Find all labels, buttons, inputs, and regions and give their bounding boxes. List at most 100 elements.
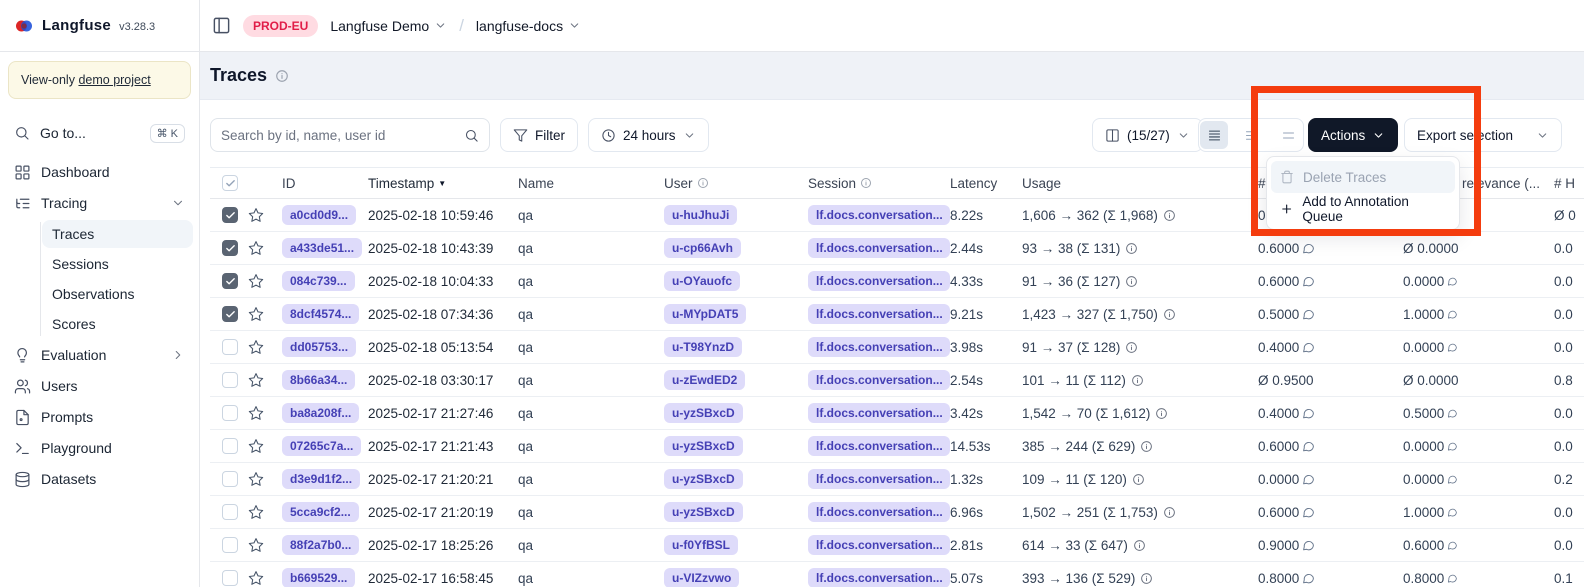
row-checkbox[interactable] bbox=[222, 240, 238, 256]
column-header-name[interactable]: Name bbox=[506, 176, 656, 191]
session-badge[interactable]: lf.docs.conversation... bbox=[808, 337, 950, 357]
column-header-relevance[interactable]: relevance (... bbox=[1458, 176, 1548, 191]
table-row[interactable]: 8dcf4574... 2025-02-18 07:34:36 qa u-MYp… bbox=[210, 298, 1584, 331]
column-header-user[interactable]: User bbox=[656, 176, 802, 191]
user-badge[interactable]: u-cp66Avh bbox=[664, 238, 741, 258]
column-header-latency[interactable]: Latency bbox=[950, 176, 1022, 191]
table-row[interactable]: b669529... 2025-02-17 16:58:45 qa u-VIZz… bbox=[210, 562, 1584, 587]
row-checkbox[interactable] bbox=[222, 504, 238, 520]
user-badge[interactable]: u-yzSBxcD bbox=[664, 502, 743, 522]
user-badge[interactable]: u-zEwdED2 bbox=[664, 370, 745, 390]
bookmark-star-icon[interactable] bbox=[248, 207, 264, 223]
row-checkbox[interactable] bbox=[222, 471, 238, 487]
user-badge[interactable]: u-MYpDAT5 bbox=[664, 304, 746, 324]
bookmark-star-icon[interactable] bbox=[248, 438, 264, 454]
user-badge[interactable]: u-yzSBxcD bbox=[664, 469, 743, 489]
comment-bubble-icon[interactable] bbox=[1447, 539, 1458, 552]
sidebar-item-playground[interactable]: Playground bbox=[6, 433, 193, 463]
export-selection-button[interactable]: Export selection bbox=[1404, 118, 1562, 152]
actions-button[interactable]: Actions bbox=[1308, 118, 1398, 152]
row-height-expanded-toggle[interactable] bbox=[1274, 121, 1302, 149]
sidebar-item-observations[interactable]: Observations bbox=[42, 280, 193, 308]
session-badge[interactable]: lf.docs.conversation... bbox=[808, 370, 950, 390]
breadcrumb-org[interactable]: Langfuse Demo bbox=[330, 18, 447, 34]
trace-id-badge[interactable]: dd05753... bbox=[282, 337, 356, 357]
session-badge[interactable]: lf.docs.conversation... bbox=[808, 238, 950, 258]
search-input[interactable] bbox=[221, 128, 456, 143]
user-badge[interactable]: u-f0YfBSL bbox=[664, 535, 738, 555]
sidebar-item-datasets[interactable]: Datasets bbox=[6, 464, 193, 494]
trace-id-badge[interactable]: 88f2a7b0... bbox=[282, 535, 359, 555]
user-badge[interactable]: u-yzSBxcD bbox=[664, 436, 743, 456]
comment-bubble-icon[interactable] bbox=[1447, 308, 1458, 321]
table-row[interactable]: 8b66a34... 2025-02-18 03:30:17 qa u-zEwd… bbox=[210, 364, 1584, 397]
user-badge[interactable]: u-VIZzvwo bbox=[664, 568, 739, 587]
session-badge[interactable]: lf.docs.conversation... bbox=[808, 568, 950, 587]
session-badge[interactable]: lf.docs.conversation... bbox=[808, 304, 950, 324]
column-header-id[interactable]: ID bbox=[274, 176, 366, 191]
comment-bubble-icon[interactable] bbox=[1302, 440, 1315, 453]
row-checkbox[interactable] bbox=[222, 273, 238, 289]
row-checkbox[interactable] bbox=[222, 570, 238, 586]
bookmark-star-icon[interactable] bbox=[248, 405, 264, 421]
comment-bubble-icon[interactable] bbox=[1447, 506, 1458, 519]
filter-button[interactable]: Filter bbox=[500, 118, 578, 152]
column-header-session[interactable]: Session bbox=[802, 176, 950, 191]
table-row[interactable]: dd05753... 2025-02-18 05:13:54 qa u-T98Y… bbox=[210, 331, 1584, 364]
column-header-score-d[interactable]: # H bbox=[1548, 176, 1584, 191]
user-badge[interactable]: u-OYauofc bbox=[664, 271, 740, 291]
trace-id-badge[interactable]: 8b66a34... bbox=[282, 370, 355, 390]
comment-bubble-icon[interactable] bbox=[1302, 407, 1315, 420]
breadcrumb-project[interactable]: langfuse-docs bbox=[476, 18, 581, 34]
trace-id-badge[interactable]: 07265c7a... bbox=[282, 436, 361, 456]
bookmark-star-icon[interactable] bbox=[248, 306, 264, 322]
comment-bubble-icon[interactable] bbox=[1302, 341, 1315, 354]
table-row[interactable]: d3e9d1f2... 2025-02-17 21:20:21 qa u-yzS… bbox=[210, 463, 1584, 496]
goto-search[interactable]: Go to... ⌘ K bbox=[6, 117, 193, 149]
comment-bubble-icon[interactable] bbox=[1447, 341, 1458, 354]
user-badge[interactable]: u-huJhuJi bbox=[664, 205, 737, 225]
bookmark-star-icon[interactable] bbox=[248, 339, 264, 355]
table-row[interactable]: ba8a208f... 2025-02-17 21:27:46 qa u-yzS… bbox=[210, 397, 1584, 430]
session-badge[interactable]: lf.docs.conversation... bbox=[808, 502, 950, 522]
comment-bubble-icon[interactable] bbox=[1302, 242, 1315, 255]
comment-bubble-icon[interactable] bbox=[1302, 506, 1315, 519]
bookmark-star-icon[interactable] bbox=[248, 240, 264, 256]
table-row[interactable]: a433de51... 2025-02-18 10:43:39 qa u-cp6… bbox=[210, 232, 1584, 265]
comment-bubble-icon[interactable] bbox=[1302, 308, 1315, 321]
session-badge[interactable]: lf.docs.conversation... bbox=[808, 403, 950, 423]
trace-id-badge[interactable]: 084c739... bbox=[282, 271, 355, 291]
bookmark-star-icon[interactable] bbox=[248, 372, 264, 388]
sidebar-item-dashboard[interactable]: Dashboard bbox=[6, 157, 193, 187]
user-badge[interactable]: u-T98YnzD bbox=[664, 337, 742, 357]
comment-bubble-icon[interactable] bbox=[1302, 275, 1315, 288]
comment-bubble-icon[interactable] bbox=[1302, 572, 1315, 585]
trace-id-badge[interactable]: 5cca9cf2... bbox=[282, 502, 359, 522]
comment-bubble-icon[interactable] bbox=[1447, 407, 1458, 420]
comment-bubble-icon[interactable] bbox=[1447, 440, 1458, 453]
sidebar-item-traces[interactable]: Traces bbox=[42, 220, 193, 248]
menu-item-delete-traces[interactable]: Delete Traces bbox=[1271, 161, 1455, 193]
menu-item-add-to-annotation-queue[interactable]: Add to Annotation Queue bbox=[1271, 193, 1455, 225]
row-height-compact-toggle[interactable] bbox=[1200, 121, 1228, 149]
trace-id-badge[interactable]: ba8a208f... bbox=[282, 403, 359, 423]
panel-left-icon[interactable] bbox=[212, 16, 231, 35]
user-badge[interactable]: u-yzSBxcD bbox=[664, 403, 743, 423]
row-checkbox[interactable] bbox=[222, 372, 238, 388]
bookmark-star-icon[interactable] bbox=[248, 273, 264, 289]
session-badge[interactable]: lf.docs.conversation... bbox=[808, 469, 950, 489]
session-badge[interactable]: lf.docs.conversation... bbox=[808, 205, 950, 225]
row-height-medium-toggle[interactable] bbox=[1237, 121, 1265, 149]
session-badge[interactable]: lf.docs.conversation... bbox=[808, 436, 950, 456]
sidebar-item-users[interactable]: Users bbox=[6, 371, 193, 401]
table-row[interactable]: 88f2a7b0... 2025-02-17 18:25:26 qa u-f0Y… bbox=[210, 529, 1584, 562]
bookmark-star-icon[interactable] bbox=[248, 570, 264, 586]
trace-id-badge[interactable]: 8dcf4574... bbox=[282, 304, 359, 324]
demo-project-link[interactable]: demo project bbox=[78, 73, 150, 87]
comment-bubble-icon[interactable] bbox=[1447, 275, 1458, 288]
table-row[interactable]: 07265c7a... 2025-02-17 21:21:43 qa u-yzS… bbox=[210, 430, 1584, 463]
comment-bubble-icon[interactable] bbox=[1302, 473, 1315, 486]
comment-bubble-icon[interactable] bbox=[1302, 539, 1315, 552]
table-row[interactable]: 084c739... 2025-02-18 10:04:33 qa u-OYau… bbox=[210, 265, 1584, 298]
sidebar-item-sessions[interactable]: Sessions bbox=[42, 250, 193, 278]
